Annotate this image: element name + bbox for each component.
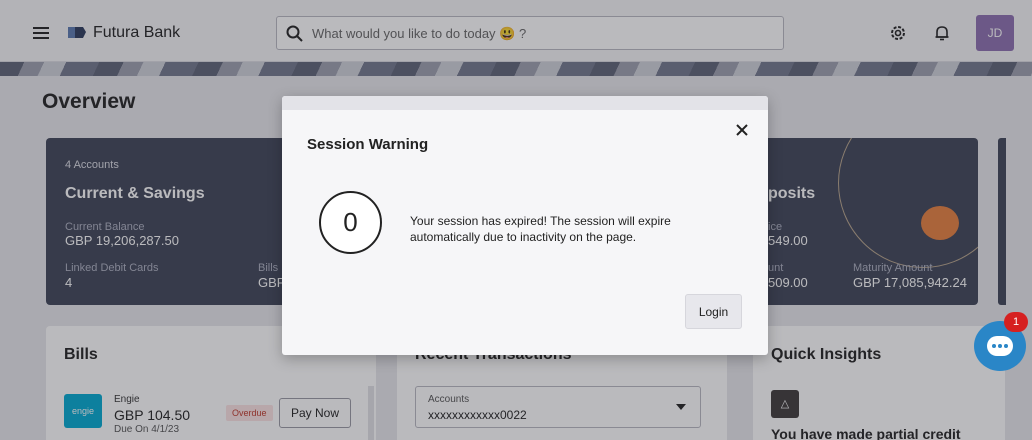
close-icon[interactable] — [734, 122, 750, 138]
chat-icon — [987, 336, 1013, 356]
login-button[interactable]: Login — [685, 294, 742, 329]
session-warning-dialog: Session Warning 0 Your session has expir… — [282, 96, 768, 355]
dialog-header-strip — [282, 96, 768, 110]
chat-notification-badge: 1 — [1004, 312, 1028, 332]
dialog-title: Session Warning — [307, 136, 429, 153]
countdown-timer: 0 — [319, 191, 382, 254]
session-message: Your session has expired! The session wi… — [410, 214, 671, 244]
